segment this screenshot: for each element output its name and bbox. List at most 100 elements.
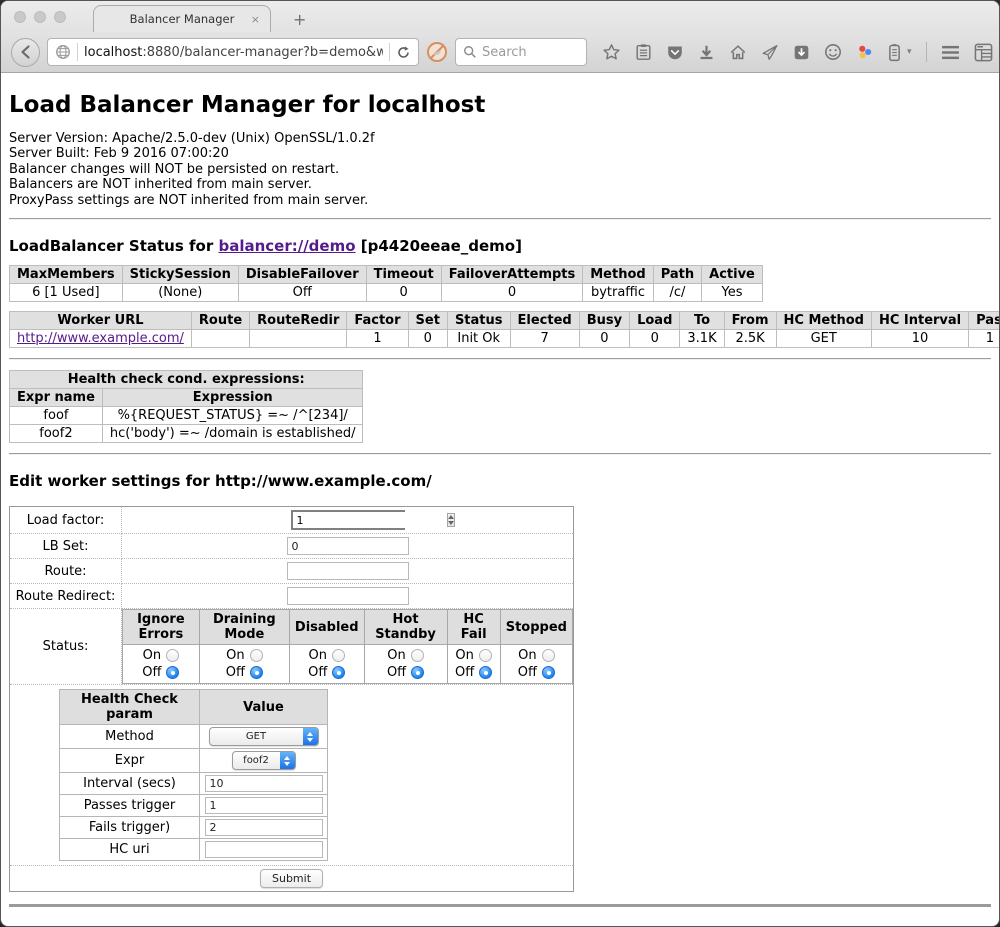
route-redirect-input[interactable] [287, 587, 409, 605]
hot-standby-off-radio[interactable] [411, 666, 424, 679]
blocked-content-icon[interactable] [426, 41, 448, 63]
hc-interval-label: Interval (secs) [60, 773, 200, 795]
number-spinner-icon[interactable] [447, 513, 455, 527]
url-text[interactable]: localhost:8880/balancer-manager?b=demo&w… [84, 45, 383, 60]
proxypass-notice-line: ProxyPass settings are NOT inherited fro… [9, 193, 991, 208]
draining-mode-off-radio[interactable] [250, 666, 263, 679]
balancer-demo-link[interactable]: balancer://demo [218, 237, 355, 255]
reload-icon[interactable] [396, 45, 411, 60]
new-tab-button[interactable]: + [293, 12, 306, 28]
page-title: Load Balancer Manager for localhost [9, 92, 991, 118]
load-factor-stepper[interactable] [291, 510, 405, 530]
cell-method: bytraffic [583, 284, 653, 302]
cell-to: 3.1K [680, 330, 724, 348]
minimize-window-icon[interactable] [34, 11, 46, 23]
column-header: FailoverAttempts [441, 266, 583, 284]
cell-routeredir [250, 330, 347, 348]
divider [9, 453, 991, 455]
hc-uri-input[interactable] [205, 841, 323, 858]
health-check-param-table: Health Check param Value Method GET Expr [59, 689, 328, 861]
search-bar[interactable] [455, 38, 587, 66]
zoom-window-icon[interactable] [54, 11, 66, 23]
hc-row-interval: Interval (secs) [60, 773, 328, 795]
table-row: 6 [1 Used] (None) Off 0 0 bytraffic /c/ … [10, 284, 763, 302]
disabled-on-radio[interactable] [332, 649, 345, 662]
bottom-divider [9, 904, 991, 907]
hc-expr-select[interactable]: foof2 [232, 751, 296, 770]
cell-factor: 1 [347, 330, 408, 348]
cell-status: Init Ok [447, 330, 510, 348]
cell-expression: hc('body') =~ /domain is established/ [102, 425, 363, 443]
extension-dots-icon[interactable] [856, 43, 874, 61]
radio-on-label: On [226, 647, 244, 664]
form-row-health-check: Health Check param Value Method GET Expr [10, 685, 574, 866]
reading-list-icon[interactable] [635, 43, 652, 61]
column-header: Draining Mode [199, 610, 289, 645]
grid-pages-icon[interactable] [974, 43, 993, 62]
persist-notice-line: Balancer changes will NOT be persisted o… [9, 162, 991, 177]
window-controls[interactable] [14, 11, 66, 23]
worker-url-link[interactable]: http://www.example.com/ [17, 331, 184, 346]
radio-on-label: On [387, 647, 405, 664]
hc-method-select[interactable]: GET [209, 727, 319, 746]
cell-hc-method: GET [776, 330, 871, 348]
chevron-down-icon[interactable]: ▾ [907, 47, 912, 57]
column-header: To [680, 312, 724, 330]
hc-fails-input[interactable] [205, 819, 323, 836]
cell-hc-interval: 10 [871, 330, 968, 348]
disabled-off-radio[interactable] [332, 666, 345, 679]
table-row: foof2 hc('body') =~ /domain is establish… [10, 425, 363, 443]
column-header: Expr name [10, 389, 103, 407]
ignore-errors-on-radio[interactable] [166, 649, 179, 662]
column-header: Ignore Errors [123, 610, 200, 645]
globe-icon [55, 44, 71, 60]
submit-button[interactable]: Submit [260, 869, 323, 888]
stopped-off-radio[interactable] [542, 666, 555, 679]
tab-close-icon[interactable]: × [251, 13, 260, 26]
status-cell-hot-standby: On Off [364, 645, 447, 684]
hc-passes-label: Passes trigger [60, 795, 200, 817]
hc-passes-input[interactable] [205, 797, 323, 814]
radio-on-label: On [143, 647, 161, 664]
form-row-lb-set: LB Set: [10, 534, 574, 559]
ignore-errors-off-radio[interactable] [166, 666, 179, 679]
form-row-route-redirect: Route Redirect: [10, 584, 574, 609]
route-label: Route: [10, 559, 122, 584]
lb-set-label: LB Set: [10, 534, 122, 559]
browser-window: Balancer Manager × + localhost:8880/bala… [0, 0, 1000, 927]
menu-hamburger-icon[interactable] [941, 45, 960, 60]
hc-interval-input[interactable] [205, 775, 323, 792]
hc-expressions-table: Health check cond. expressions: Expr nam… [9, 370, 363, 443]
device-battery-icon[interactable] [888, 43, 901, 62]
lb-set-input[interactable] [287, 537, 409, 555]
close-window-icon[interactable] [14, 11, 26, 23]
url-bar[interactable]: localhost:8880/balancer-manager?b=demo&w… [47, 38, 419, 66]
cell-failoverattempts: 0 [441, 284, 583, 302]
load-factor-input[interactable] [293, 512, 446, 528]
save-to-device-icon[interactable] [793, 44, 810, 61]
downloads-icon[interactable] [698, 44, 715, 61]
column-header: Passes [969, 312, 1000, 330]
column-header: Timeout [366, 266, 441, 284]
table-header-row: MaxMembers StickySession DisableFailover… [10, 266, 763, 284]
pocket-icon[interactable] [666, 44, 684, 61]
column-header: Health Check param [60, 690, 200, 725]
tab-balancer-manager[interactable]: Balancer Manager × [93, 5, 271, 32]
hc-fail-off-radio[interactable] [479, 666, 492, 679]
home-icon[interactable] [729, 44, 747, 61]
hc-fail-on-radio[interactable] [479, 649, 492, 662]
navigation-toolbar: localhost:8880/balancer-manager?b=demo&w… [1, 32, 999, 73]
hc-fails-label: Fails trigger) [60, 817, 200, 839]
form-row-load-factor: Load factor: [10, 507, 574, 534]
column-header: Value [200, 690, 328, 725]
radio-on-label: On [455, 647, 473, 664]
hot-standby-on-radio[interactable] [411, 649, 424, 662]
send-icon[interactable] [761, 44, 779, 61]
bookmark-star-icon[interactable] [602, 43, 621, 62]
back-button[interactable] [11, 38, 40, 67]
search-input[interactable] [482, 45, 572, 60]
feedback-smiley-icon[interactable] [824, 43, 842, 61]
route-input[interactable] [287, 562, 409, 580]
stopped-on-radio[interactable] [542, 649, 555, 662]
draining-mode-on-radio[interactable] [250, 649, 263, 662]
